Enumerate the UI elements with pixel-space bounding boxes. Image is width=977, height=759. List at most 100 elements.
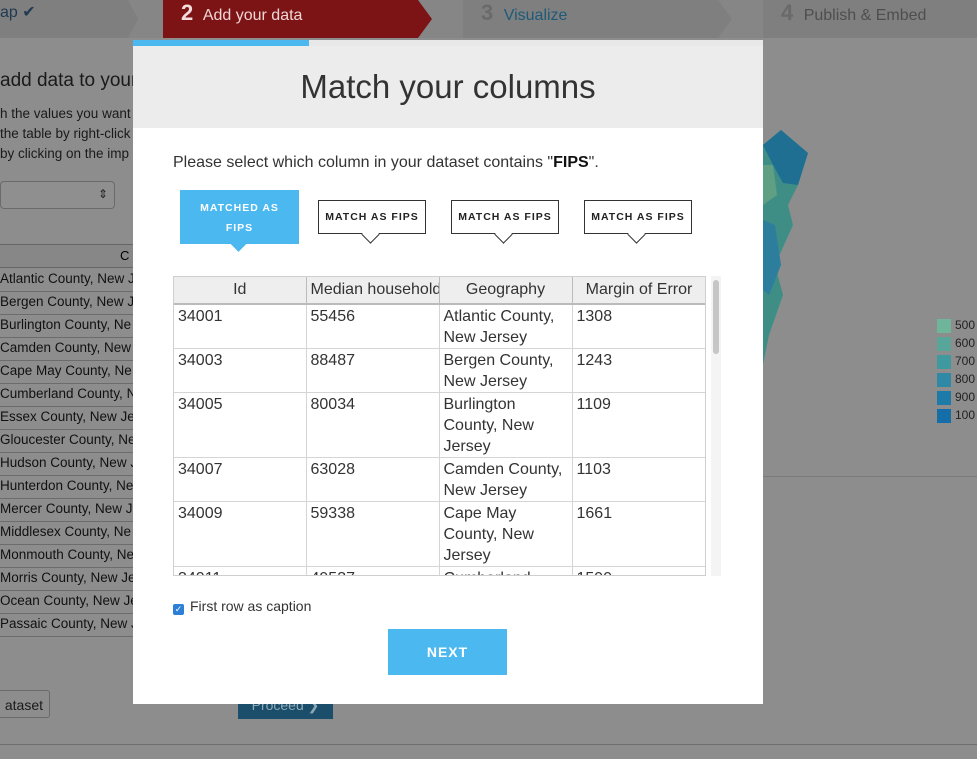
table-cell[interactable]: 88487 [306,348,440,393]
table-cell[interactable]: Cape May County, New Jersey [439,501,573,567]
table-cell[interactable]: 1308 [572,304,705,349]
table-row: 34009 59338 Cape May County, New Jersey 166… [174,501,705,567]
table-row[interactable]: Hudson County, New J [0,452,133,476]
check-icon: ✔ [22,4,36,21]
table-row: 34005 80034 Burlington County, New Jersey 1… [174,392,705,458]
table-cell[interactable]: 34001 [174,304,307,349]
table-cell[interactable]: Camden County, New Jersey [439,457,573,502]
instruction-line: h the values you want [0,106,131,121]
step-divider [128,0,138,38]
table-cell[interactable]: 34011 [174,566,307,575]
table-row[interactable]: Gloucester County, Ne [0,429,133,453]
legend-item: 100 [937,408,975,426]
select-arrows-icon: ⇕ [97,187,108,201]
legend-item: 700 [937,354,975,372]
section-title: add data to your [0,70,138,91]
step-2[interactable]: 2 Add your data [163,0,418,38]
table-scrollbar[interactable] [711,276,721,576]
column-header: Margin of Error [572,277,705,305]
match-button-median-income[interactable]: MATCH AS FIPS [318,200,426,244]
column-header: Median household income [306,277,440,305]
checkbox-checked-icon[interactable]: ✓ [173,604,184,615]
table-row[interactable]: Burlington County, Ne [0,314,133,338]
step-divider [718,0,732,38]
column-letter: C [120,248,130,263]
table-cell[interactable]: 1243 [572,348,705,393]
data-table-header: C [0,244,133,268]
match-button-id[interactable]: MATCHED AS FIPS [180,190,299,252]
checkbox-label: First row as caption [190,598,312,614]
table-row[interactable]: Camden County, New [0,337,133,361]
table-cell[interactable]: 59338 [306,501,440,567]
step-1[interactable]: ap ✔ [0,0,128,38]
prompt-text: Please select which column in your datas… [173,154,599,171]
legend-item: 900 [937,390,975,408]
table-cell[interactable]: 49537 [306,566,440,575]
table-row[interactable]: Hunterdon County, Ne [0,475,133,499]
next-button[interactable]: NEXT [388,629,507,675]
step-4[interactable]: 4 Publish & Embed [763,0,977,38]
preview-table[interactable]: Id Median household income Geography Mar… [173,276,706,576]
match-button-label: MATCH AS FIPS [591,211,685,223]
table-row[interactable]: Middlesex County, Ne [0,521,133,545]
column-select[interactable]: ⇕ [0,181,115,209]
table-row: 34003 88487 Bergen County, New Jersey 1243 [174,348,705,393]
table-cell[interactable]: 34009 [174,501,307,567]
table-row[interactable]: Essex County, New Je [0,406,133,430]
table-row[interactable]: Morris County, New Je [0,567,133,591]
step-4-number: 4 [781,0,794,25]
step-3-number: 3 [481,0,494,25]
legend-item: 500 [937,318,975,336]
table-cell[interactable]: 1109 [572,392,705,458]
table-cell[interactable]: Cumberland [439,566,573,575]
modal-title: Match your columns [300,68,596,105]
table-cell[interactable]: Burlington County, New Jersey [439,392,573,458]
instruction-line: by clicking on the imp [0,146,130,161]
instruction-line: the table by right-click [0,126,131,141]
table-cell[interactable]: 34005 [174,392,307,458]
table-header-row: Id Median household income Geography Mar… [174,277,705,305]
table-row[interactable]: Passaic County, New J [0,613,133,637]
table-row[interactable]: Atlantic County, New J [0,268,133,292]
table-cell[interactable]: 55456 [306,304,440,349]
match-columns-modal: Match your columns Please select which c… [133,40,763,704]
step-1-label: ap [0,4,18,21]
table-cell[interactable]: 34007 [174,457,307,502]
table-row: 34001 55456 Atlantic County, New Jersey 130… [174,304,705,349]
match-button-geography[interactable]: MATCH AS FIPS [451,200,559,244]
legend-item: 800 [937,372,975,390]
table-cell[interactable]: 34003 [174,348,307,393]
table-row[interactable]: Bergen County, New J [0,291,133,315]
legend-item: 600 [937,336,975,354]
table-row[interactable]: Ocean County, New Je [0,590,133,614]
table-row[interactable]: Cape May County, Ne [0,360,133,384]
match-button-label: MATCHED AS FIPS [200,202,279,234]
step-3[interactable]: 3 Visualize [463,0,718,38]
dataset-button[interactable]: ataset [0,690,50,718]
step-divider [418,0,432,38]
table-cell[interactable]: 63028 [306,457,440,502]
steps-bar: ap ✔ 2 Add your data 3 Visualize 4 Publi… [0,0,977,38]
match-button-margin-of-error[interactable]: MATCH AS FIPS [584,200,692,244]
step-2-number: 2 [181,0,194,25]
map-preview [763,130,808,365]
column-header: Geography [439,277,573,305]
table-cell[interactable]: 80034 [306,392,440,458]
table-cell[interactable]: Atlantic County, New Jersey [439,304,573,349]
column-header: Id [174,277,307,305]
table-row[interactable]: Cumberland County, N [0,383,133,407]
step-4-label: Publish & Embed [803,7,927,24]
table-row[interactable]: Mercer County, New J [0,498,133,522]
match-button-label: MATCH AS FIPS [325,211,419,223]
scrollbar-thumb[interactable] [713,280,719,354]
table-cell[interactable]: 1103 [572,457,705,502]
table-cell[interactable]: 1599 [572,566,705,575]
table-row: 34007 63028 Camden County, New Jersey 1103 [174,457,705,502]
field-name: FIPS [553,154,589,171]
divider [763,476,977,477]
table-row[interactable]: Monmouth County, Ne [0,544,133,568]
table-cell[interactable]: Bergen County, New Jersey [439,348,573,393]
table-cell[interactable]: 1661 [572,501,705,567]
map-legend: 500 600 700 800 900 100 [937,318,975,426]
first-row-caption-option[interactable]: ✓ First row as caption [173,598,311,615]
